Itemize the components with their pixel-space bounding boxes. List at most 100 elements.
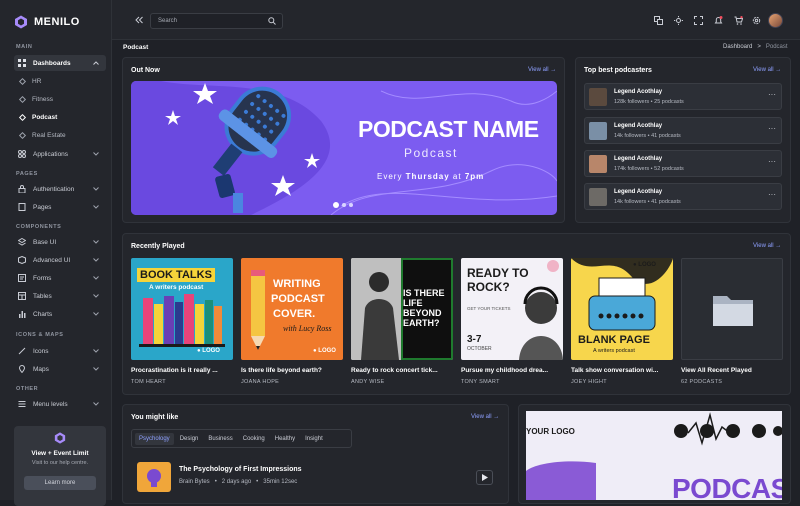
recent-title[interactable]: Procrastination is it really ...: [131, 367, 233, 374]
carousel-dot[interactable]: [342, 203, 346, 207]
podcaster-name: Legend Acothlay: [614, 89, 663, 95]
recent-title[interactable]: View All Recent Played: [681, 367, 783, 374]
top-podcasters-view-all-link[interactable]: View all →: [753, 67, 781, 73]
page-icon: [18, 203, 26, 211]
sub-label: Fitness: [32, 95, 53, 103]
chevron-down-icon: [92, 256, 100, 264]
cover-ready-to-rock[interactable]: READY TO ROCK? GET YOUR TICKETS 3-7 OCTO…: [461, 258, 563, 360]
sidebar-item-authentication[interactable]: Authentication: [14, 181, 106, 197]
layers-icon: [18, 238, 26, 246]
tab-design[interactable]: Design: [176, 433, 203, 445]
sidebar-sub-podcast[interactable]: Podcast: [18, 110, 57, 124]
carousel-dot[interactable]: [349, 203, 353, 207]
tab-healthy[interactable]: Healthy: [271, 433, 299, 445]
you-might-like-card: You might like View all →: [122, 404, 509, 504]
sidebar-item-base-ui[interactable]: Base UI: [14, 234, 106, 250]
carousel-dot-active[interactable]: [333, 202, 339, 208]
more-icon[interactable]: ···: [767, 190, 777, 200]
chevron-down-icon: [92, 203, 100, 211]
fullscreen-icon[interactable]: [694, 16, 703, 25]
recent-author: JOEY HIGHT: [571, 379, 607, 385]
sidebar-item-charts[interactable]: Charts: [14, 306, 106, 322]
sidebar-item-label: Advanced UI: [33, 256, 71, 264]
episode-title[interactable]: The Psychology of First Impressions: [179, 466, 302, 473]
podcaster-avatar: [589, 188, 607, 206]
episode-show: Brain Bytes: [179, 479, 210, 485]
breadcrumb-dashboard-link[interactable]: Dashboard: [723, 44, 752, 50]
sidebar-item-dashboards[interactable]: Dashboards: [14, 55, 106, 71]
podcaster-row[interactable]: Legend Acothlay 14k followers • 41 podca…: [584, 183, 782, 210]
cover-ticket-note: GET YOUR TICKETS: [467, 306, 511, 311]
sidebar-item-label: Icons: [33, 347, 49, 355]
section-other: OTHER: [16, 386, 39, 392]
view-all-recent-tile[interactable]: [681, 258, 783, 360]
out-now-view-all-link[interactable]: View all →: [528, 67, 556, 73]
search-input[interactable]: Search: [158, 18, 177, 24]
brand-name: MENILO: [34, 16, 80, 28]
podcaster-row[interactable]: Legend Acothlay 14k followers • 41 podca…: [584, 117, 782, 144]
search-box[interactable]: Search: [150, 13, 283, 29]
play-button[interactable]: [476, 470, 493, 485]
sidebar-sub-fitness[interactable]: Fitness: [18, 92, 53, 106]
podcast-promo-art[interactable]: YOUR LOGO PODCAS: [526, 411, 782, 500]
search-icon[interactable]: [268, 17, 276, 25]
sidebar-item-tables[interactable]: Tables: [14, 288, 106, 304]
sidebar-item-menu-levels[interactable]: Menu levels: [14, 396, 106, 412]
podcast-banner[interactable]: [131, 81, 557, 215]
cover-logo: ● LOGO: [197, 348, 220, 354]
tab-cooking[interactable]: Cooking: [239, 433, 269, 445]
brand-logo[interactable]: MENILO: [14, 14, 80, 30]
sidebar-item-icons[interactable]: Icons: [14, 343, 106, 359]
cover-writing-podcast[interactable]: WRITING PODCAST COVER. with Lucy Ross ● …: [241, 258, 343, 360]
translate-icon[interactable]: [654, 16, 663, 25]
you-might-like-title: You might like: [131, 414, 179, 421]
cover-book-talks[interactable]: BOOK TALKS A writers podcast ● LOGO: [131, 258, 233, 360]
sidebar-item-applications[interactable]: Applications: [14, 146, 106, 162]
cover-line: LIFE: [403, 298, 423, 308]
podcaster-name: Legend Acothlay: [614, 123, 663, 129]
tab-business[interactable]: Business: [204, 433, 236, 445]
podcaster-row[interactable]: Legend Acothlay 174k followers • 52 podc…: [584, 150, 782, 177]
sidebar-item-maps[interactable]: Maps: [14, 361, 106, 377]
collapse-sidebar-icon[interactable]: [134, 15, 144, 25]
schedule-day: Thursday: [405, 172, 450, 181]
cover-blank-page[interactable]: ● LOGO BLANK PAGE A writers podcast: [571, 258, 673, 360]
cart-icon[interactable]: [734, 16, 743, 25]
notification-bell-icon[interactable]: [714, 16, 723, 25]
recent-title[interactable]: Pursue my childhood drea...: [461, 367, 563, 374]
page-title: Podcast: [123, 44, 149, 51]
sidebar-item-pages[interactable]: Pages: [14, 199, 106, 215]
sun-icon[interactable]: [674, 16, 683, 25]
cover-title: READY TO ROCK?: [467, 266, 529, 294]
map-pin-icon: [18, 365, 26, 373]
cover-title: WRITING: [273, 278, 321, 290]
sidebar-sub-hr[interactable]: HR: [18, 74, 41, 88]
settings-gear-icon[interactable]: [752, 16, 761, 25]
sidebar-item-advanced-ui[interactable]: Advanced UI: [14, 252, 106, 268]
sidebar-item-forms[interactable]: Forms: [14, 270, 106, 286]
sidebar-sub-real-estate[interactable]: Real Estate: [18, 128, 66, 142]
episode-thumbnail[interactable]: [137, 462, 171, 492]
recent-title[interactable]: Talk show conversation wi...: [571, 367, 673, 374]
user-avatar[interactable]: [768, 13, 783, 28]
more-icon[interactable]: ···: [767, 157, 777, 167]
section-components: COMPONENTS: [16, 224, 62, 230]
recent-author: TONY SMART: [461, 379, 500, 385]
form-icon: [18, 274, 26, 282]
more-icon[interactable]: ···: [767, 90, 777, 100]
recently-played-view-all-link[interactable]: View all →: [753, 243, 781, 249]
you-might-like-view-all-link[interactable]: View all →: [471, 414, 499, 420]
chevron-down-icon: [92, 150, 100, 158]
learn-more-button[interactable]: Learn more: [24, 476, 96, 490]
carousel-dots[interactable]: [333, 202, 353, 208]
more-icon[interactable]: ···: [767, 124, 777, 134]
sidebar-item-label: Forms: [33, 274, 52, 282]
tab-insight[interactable]: Insight: [301, 433, 327, 445]
podcaster-row[interactable]: Legend Acothlay 128k followers • 25 podc…: [584, 83, 782, 110]
head-profile-icon: [147, 469, 161, 487]
tab-psychology[interactable]: Psychology: [135, 432, 174, 445]
cover-life-beyond-earth[interactable]: IS THERE LIFE BEYOND EARTH?: [351, 258, 453, 360]
recent-title[interactable]: Is there life beyond earth?: [241, 367, 343, 374]
brush-icon: [18, 347, 26, 355]
recent-title[interactable]: Ready to rock concert tick...: [351, 367, 453, 374]
